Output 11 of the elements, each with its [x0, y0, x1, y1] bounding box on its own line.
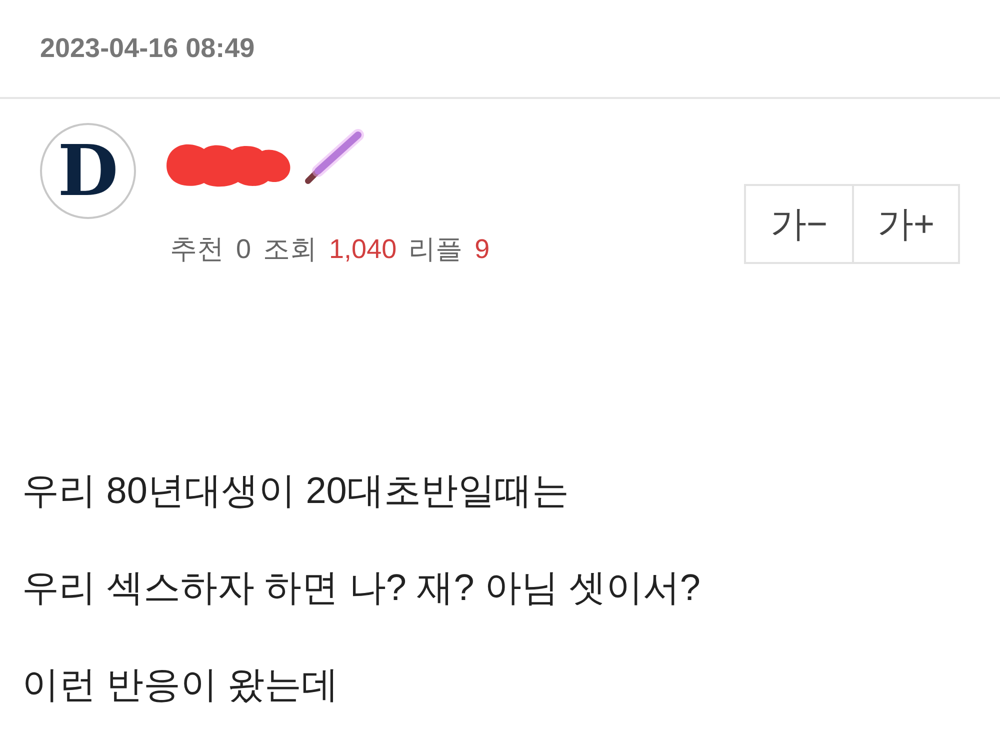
stat-label: 리플	[408, 233, 463, 265]
stat-value: 9	[474, 233, 490, 265]
stat-value: 1,040	[329, 233, 397, 265]
post-date: 2023-04-16 08:49	[40, 33, 255, 63]
stat-value: 0	[236, 233, 252, 265]
team-logo: D	[40, 123, 136, 219]
body-paragraph: 우리 80년대생이 20대초반일때는	[22, 469, 569, 513]
stat-label: 추천	[170, 233, 224, 265]
body-paragraph: 우리 섹스하자 하면 나? 재? 아님 셋이서?	[22, 566, 700, 610]
stat-label: 조회	[263, 233, 318, 265]
body-paragraph: 이런 반응이 왔는데	[22, 663, 339, 707]
